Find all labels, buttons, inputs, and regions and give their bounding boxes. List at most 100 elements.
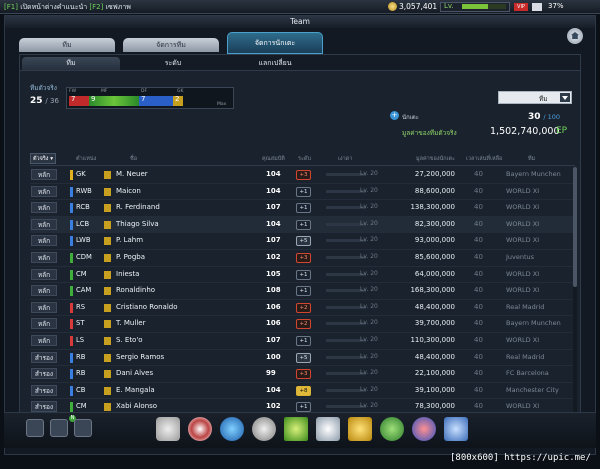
boots-icon[interactable] bbox=[220, 417, 244, 441]
player-name[interactable]: Thiago Silva bbox=[116, 220, 159, 228]
table-row[interactable]: หลัก CDM P. Pogba 102 +3 Lv. 20 85,600,000 40 Ju… bbox=[30, 250, 575, 267]
tab-team[interactable]: ทีม bbox=[19, 38, 115, 52]
enhance-level: +3 bbox=[296, 369, 311, 380]
dropdown-value: ทีม bbox=[539, 95, 548, 103]
mail-icon[interactable] bbox=[532, 3, 542, 11]
enhance-level: +1 bbox=[296, 402, 311, 413]
header-club[interactable]: ทีม bbox=[528, 155, 535, 163]
home-icon[interactable] bbox=[567, 28, 583, 44]
medal-icon[interactable] bbox=[348, 417, 372, 441]
player-name[interactable]: E. Mangala bbox=[116, 386, 155, 394]
role-button[interactable]: สำรอง bbox=[31, 384, 57, 396]
header-condition[interactable]: เงาดา bbox=[338, 155, 352, 163]
header-ovr[interactable]: คุณสมบัติ bbox=[262, 155, 285, 163]
player-name[interactable]: Dani Alves bbox=[116, 369, 153, 377]
role-button[interactable]: หลัก bbox=[31, 334, 57, 346]
subtab-level[interactable]: ระดับ bbox=[124, 57, 222, 70]
table-header: ตัวจริง ▾ ตำแหน่ง ชื่อ คุณสมบัติ ระดับ เ… bbox=[30, 153, 575, 166]
team-value: 1,502,740,000 bbox=[490, 126, 560, 137]
role-button[interactable]: หลัก bbox=[31, 235, 57, 247]
level-progress bbox=[462, 4, 506, 9]
season-badge-icon bbox=[104, 386, 111, 395]
ball-icon[interactable] bbox=[188, 417, 212, 441]
role-button[interactable]: หลัก bbox=[31, 202, 57, 214]
player-name[interactable]: R. Ferdinand bbox=[116, 203, 160, 211]
table-row[interactable]: สำรอง RB Sergio Ramos 100 +5 Lv. 20 48,400,000… bbox=[30, 350, 575, 367]
table-row[interactable]: สำรอง CB E. Mangala 104 +8 Lv. 20 39,100,000 40… bbox=[30, 383, 575, 400]
role-button[interactable]: หลัก bbox=[31, 169, 57, 180]
subtab-trade[interactable]: แลกเปลี่ยน bbox=[226, 57, 324, 70]
player-name[interactable]: Xabi Alonso bbox=[116, 402, 157, 410]
chevron-down-icon[interactable] bbox=[560, 93, 570, 102]
mf-segment bbox=[89, 96, 139, 106]
add-player-icon[interactable]: + bbox=[390, 111, 399, 120]
role-button[interactable]: หลัก bbox=[31, 185, 57, 197]
player-price: 48,400,000 bbox=[414, 302, 455, 311]
table-scrollbar[interactable] bbox=[573, 167, 577, 417]
table-row[interactable]: หลัก RS Cristiano Ronaldo 106 +2 Lv. 20 48,400… bbox=[30, 300, 575, 317]
tab-player-management[interactable]: จัดการนักเตะ bbox=[227, 32, 323, 54]
coin-icon bbox=[388, 2, 397, 11]
cart-icon[interactable] bbox=[444, 417, 468, 441]
table-row[interactable]: หลัก LS S. Eto'o 107 +1 Lv. 20 110,300,000 40 WO… bbox=[30, 333, 575, 350]
player-name[interactable]: Sergio Ramos bbox=[116, 353, 164, 361]
table-row[interactable]: หลัก CAM Ronaldinho 108 +1 Lv. 20 168,300,000 4… bbox=[30, 283, 575, 300]
player-name[interactable]: P. Pogba bbox=[116, 253, 145, 261]
remaining-time: 40 bbox=[474, 219, 483, 228]
eraser-icon[interactable] bbox=[156, 417, 180, 441]
role-button[interactable]: หลัก bbox=[31, 318, 57, 330]
position: LS bbox=[76, 335, 85, 344]
role-button[interactable]: สำรอง bbox=[31, 351, 57, 363]
player-name[interactable]: M. Neuer bbox=[116, 170, 148, 178]
subtab-team[interactable]: ทีม bbox=[22, 57, 120, 70]
table-row[interactable]: หลัก RCB R. Ferdinand 107 +1 Lv. 20 138,300,00… bbox=[30, 200, 575, 217]
player-name[interactable]: Iniesta bbox=[116, 270, 139, 278]
position: RS bbox=[76, 302, 86, 311]
team-dropdown[interactable]: ทีม bbox=[498, 91, 572, 104]
table-row[interactable]: หลัก CM Iniesta 105 +1 Lv. 20 64,000,000 40 WORL… bbox=[30, 267, 575, 284]
role-button[interactable]: หลัก bbox=[31, 268, 57, 280]
player-price: 138,300,000 bbox=[410, 203, 455, 212]
role-button[interactable]: สำรอง bbox=[31, 368, 57, 380]
enhance-level: +2 bbox=[296, 319, 311, 330]
message-icon[interactable] bbox=[74, 419, 92, 437]
profile-icon[interactable] bbox=[26, 419, 44, 437]
cards-icon[interactable] bbox=[316, 417, 340, 441]
player-name[interactable]: Maicon bbox=[116, 187, 141, 195]
player-name[interactable]: T. Muller bbox=[116, 319, 145, 327]
table-row[interactable]: หลัก LWB P. Lahm 107 +5 Lv. 20 93,000,000 40 WOR… bbox=[30, 233, 575, 250]
squad-icon[interactable] bbox=[50, 419, 68, 437]
vip-badge[interactable]: VIP bbox=[514, 3, 528, 11]
remaining-time: 40 bbox=[474, 236, 483, 245]
role-button[interactable]: หลัก bbox=[31, 301, 57, 313]
table-row[interactable]: หลัก GK M. Neuer 104 +3 Lv. 20 27,200,000 40 Bay… bbox=[30, 167, 575, 184]
pitch-icon[interactable] bbox=[380, 417, 404, 441]
role-button[interactable]: หลัก bbox=[31, 251, 57, 263]
header-name[interactable]: ชื่อ bbox=[130, 155, 137, 163]
role-button[interactable]: หลัก bbox=[31, 218, 57, 230]
player-price: 93,000,000 bbox=[414, 236, 455, 245]
table-row[interactable]: หลัก ST T. Muller 106 +2 Lv. 20 39,700,000 40 Ba… bbox=[30, 316, 575, 333]
season-badge-icon bbox=[104, 187, 111, 196]
header-position[interactable]: ตำแหน่ง bbox=[76, 155, 96, 163]
table-row[interactable]: หลัก LCB Thiago Silva 104 +1 Lv. 20 82,300,000… bbox=[30, 216, 575, 234]
player-name[interactable]: S. Eto'o bbox=[116, 336, 143, 344]
add-player-label[interactable]: นักเตะ bbox=[402, 112, 419, 122]
player-name[interactable]: P. Lahm bbox=[116, 236, 143, 244]
remaining-time: 40 bbox=[474, 203, 483, 212]
trophy-icon[interactable] bbox=[252, 417, 276, 441]
header-level[interactable]: ระดับ bbox=[298, 155, 311, 163]
role-button[interactable]: หลัก bbox=[31, 285, 57, 297]
table-row[interactable]: สำรอง RB Dani Alves 99 +3 Lv. 20 22,100,000 40 F… bbox=[30, 366, 575, 383]
player-name[interactable]: Ronaldinho bbox=[116, 286, 155, 294]
tree-icon[interactable] bbox=[284, 417, 308, 441]
header-role-sort[interactable]: ตัวจริง ▾ bbox=[30, 153, 56, 164]
exchange-icon[interactable] bbox=[412, 417, 436, 441]
header-price[interactable]: มูลค่าของนักเตะ bbox=[416, 155, 455, 163]
role-button[interactable]: สำรอง bbox=[31, 401, 57, 413]
player-name[interactable]: Cristiano Ronaldo bbox=[116, 303, 178, 311]
header-remaining[interactable]: เวลาเล่นที่เหลือ bbox=[466, 155, 502, 163]
table-row[interactable]: หลัก RWB Maicon 104 +1 Lv. 20 88,600,000 40 WORL… bbox=[30, 184, 575, 201]
tab-team-management[interactable]: จัดการทีม bbox=[123, 38, 219, 52]
season-badge-icon bbox=[104, 237, 111, 246]
